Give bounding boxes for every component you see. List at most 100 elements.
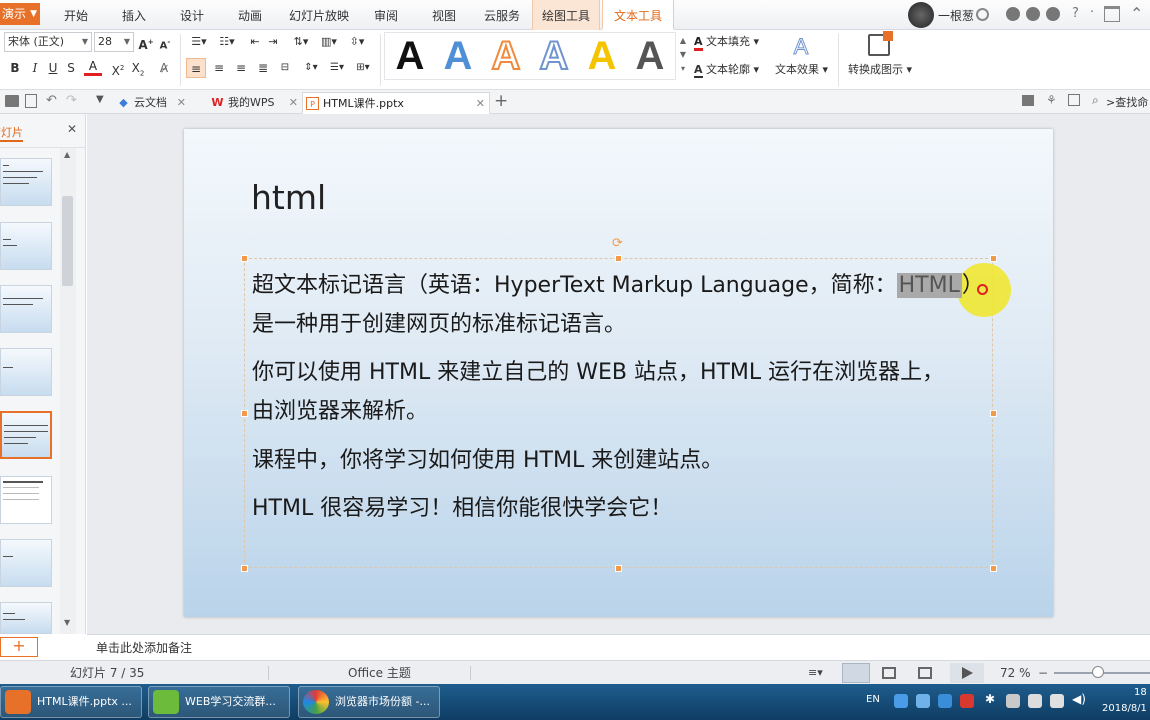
- redo-icon[interactable]: ↷: [66, 93, 77, 108]
- paragraph-2-line-2[interactable]: 由浏览器来解析。: [252, 393, 428, 431]
- search-icon[interactable]: ⌕: [1092, 93, 1099, 108]
- skin-icon[interactable]: [1046, 7, 1060, 21]
- paragraph-3[interactable]: 课程中，你将学习如何使用 HTML 来创建站点。: [252, 442, 723, 480]
- tab-insert[interactable]: 插入: [110, 0, 158, 30]
- shadow-text-icon[interactable]: S: [64, 58, 78, 78]
- scroll-up-icon[interactable]: ▲: [64, 150, 70, 159]
- close-icon[interactable]: ✕: [67, 122, 77, 136]
- play-slideshow-button[interactable]: [950, 663, 984, 683]
- network-icon[interactable]: [1050, 694, 1064, 708]
- shrink-font-icon[interactable]: A-: [158, 32, 172, 52]
- slide-thumbnail[interactable]: [0, 285, 52, 333]
- tray-app-icon[interactable]: [960, 694, 974, 708]
- taskbar-app-browser[interactable]: 浏览器市场份额 -...: [298, 686, 440, 718]
- pane-tab-slides[interactable]: 幻灯片: [0, 124, 23, 142]
- align-left-icon[interactable]: ≡: [186, 58, 206, 78]
- close-icon[interactable]: ✕: [476, 93, 485, 115]
- zoom-slider-thumb[interactable]: [1092, 666, 1104, 678]
- paragraph-1-line-2[interactable]: 是一种用于创建网页的标准标记语言。: [252, 306, 626, 344]
- tab-view[interactable]: 视图: [420, 0, 468, 30]
- clock-icon[interactable]: [976, 8, 989, 21]
- print-preview-icon[interactable]: [25, 94, 37, 108]
- tray-app-icon[interactable]: [1028, 694, 1042, 708]
- slide-thumbnail[interactable]: [0, 539, 52, 587]
- wordart-style-5[interactable]: A: [578, 34, 626, 78]
- slide-thumbnail[interactable]: [0, 602, 52, 634]
- text-outline-button[interactable]: A 文本轮廓 ▾: [694, 61, 759, 78]
- minimize-ribbon-icon[interactable]: ·: [1090, 5, 1094, 20]
- paragraph-2[interactable]: 你可以使用 HTML 来建立自己的 WEB 站点，HTML 运行在浏览器上，: [252, 354, 944, 392]
- bold-icon[interactable]: B: [8, 58, 22, 78]
- zoom-out-icon[interactable]: −: [1038, 661, 1048, 685]
- normal-view-icon[interactable]: [842, 663, 870, 683]
- resize-handle[interactable]: [615, 565, 622, 572]
- slide-thumbnail[interactable]: [0, 476, 52, 524]
- clock-date[interactable]: 2018/8/1: [1102, 703, 1147, 714]
- slide-title[interactable]: html: [251, 178, 326, 217]
- taskbar-app-qq-group[interactable]: WEB学习交流群...: [148, 686, 290, 718]
- slide-thumbnail[interactable]: [0, 222, 52, 270]
- resize-handle[interactable]: [241, 255, 248, 262]
- paragraph-1[interactable]: 超文本标记语言（英语：HyperText Markup Language，简称：…: [252, 267, 984, 305]
- convert-diagram-icon[interactable]: [868, 31, 893, 56]
- tab-home[interactable]: 开始: [52, 0, 100, 30]
- notes-pane[interactable]: 单击此处添加备注: [87, 634, 1150, 660]
- volume-icon[interactable]: ◀): [1072, 692, 1086, 706]
- clock-time[interactable]: 18: [1134, 687, 1147, 698]
- taskbar-app-wps[interactable]: HTML课件.pptx ...: [0, 686, 142, 718]
- tray-cloud-icon[interactable]: [916, 694, 930, 708]
- settings-icon[interactable]: [1026, 7, 1040, 21]
- font-size-select[interactable]: 28 ▼: [94, 32, 134, 52]
- tab-drawing-tools[interactable]: 绘图工具: [532, 0, 600, 30]
- distribute-icon[interactable]: ⊟: [276, 58, 294, 78]
- tray-app-icon[interactable]: [938, 694, 952, 708]
- wordart-style-6[interactable]: A: [626, 34, 674, 78]
- doc-tab-html-pptx[interactable]: P HTML课件.pptx ✕: [302, 92, 490, 114]
- increase-indent-icon[interactable]: ⇥: [264, 32, 282, 52]
- slide-thumbnail[interactable]: [0, 158, 52, 206]
- tray-app-icon[interactable]: [894, 694, 908, 708]
- print-icon[interactable]: [5, 95, 19, 107]
- subscript-icon[interactable]: X2: [130, 58, 146, 78]
- chevron-up-icon[interactable]: ⌃: [1130, 4, 1143, 23]
- ime-indicator[interactable]: EN: [866, 694, 880, 705]
- wordart-style-4[interactable]: A: [530, 33, 578, 79]
- share-icon[interactable]: [1006, 7, 1020, 21]
- italic-icon[interactable]: I: [28, 58, 42, 78]
- user-name[interactable]: 一根葱: [938, 7, 974, 24]
- close-icon[interactable]: ✕: [177, 92, 186, 114]
- tab-review[interactable]: 审阅: [362, 0, 410, 30]
- smart-art-icon[interactable]: ⊞▾: [352, 58, 374, 78]
- slide-thumbnail[interactable]: [0, 348, 52, 396]
- convert-diagram-button[interactable]: 转换成图示 ▾: [848, 61, 912, 77]
- text-effect-icon[interactable]: A: [788, 34, 814, 60]
- vertical-scrollbar[interactable]: ▲ ▼: [60, 148, 76, 634]
- resize-handle[interactable]: [615, 255, 622, 262]
- resize-handle[interactable]: [990, 565, 997, 572]
- doc-tab-cloud[interactable]: ◆ 云文档 ✕: [114, 92, 190, 114]
- resize-handle[interactable]: [990, 410, 997, 417]
- doc-tab-mywps[interactable]: W 我的WPS ✕: [208, 92, 302, 114]
- notes-toggle-icon[interactable]: ≡▾: [808, 661, 823, 685]
- restore-window-icon[interactable]: [1104, 6, 1120, 22]
- clear-format-icon[interactable]: A̷: [156, 58, 172, 78]
- bullets-icon[interactable]: ☰▾: [186, 32, 212, 52]
- tab-design[interactable]: 设计: [168, 0, 216, 30]
- resize-handle[interactable]: [990, 255, 997, 262]
- decrease-indent-icon[interactable]: ⇤: [246, 32, 264, 52]
- paragraph-spacing-icon[interactable]: ☰▾: [326, 58, 348, 78]
- help-icon[interactable]: ?: [1072, 6, 1079, 21]
- reading-view-icon[interactable]: [918, 667, 932, 679]
- wordart-style-1[interactable]: A: [386, 34, 434, 78]
- app-menu-button[interactable]: 演示 ▼: [0, 3, 40, 25]
- chevron-down-icon[interactable]: ▼: [96, 94, 104, 105]
- find-command-input[interactable]: >查找命: [1106, 94, 1148, 110]
- paragraph-4[interactable]: HTML 很容易学习！相信你能很快学会它！: [252, 490, 672, 528]
- scroll-thumb[interactable]: [62, 196, 73, 286]
- resize-handle[interactable]: [241, 410, 248, 417]
- underline-icon[interactable]: U: [46, 58, 60, 78]
- align-center-icon[interactable]: ≡: [210, 58, 228, 78]
- align-text-icon[interactable]: ⇳▾: [344, 32, 370, 52]
- gallery-scroll[interactable]: ▲ ▼ ▾: [678, 34, 688, 78]
- bluetooth-icon[interactable]: ✱: [985, 692, 995, 706]
